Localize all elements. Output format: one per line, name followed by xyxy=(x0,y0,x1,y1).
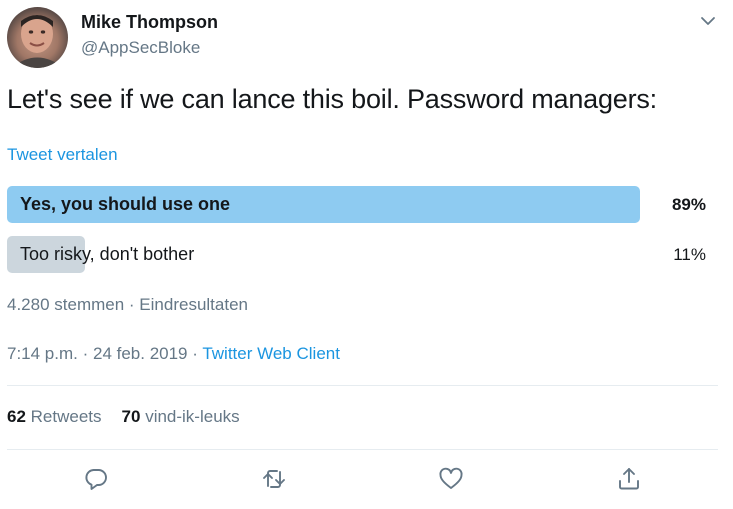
tweet-date[interactable]: 24 feb. 2019 xyxy=(93,344,188,363)
retweets-label: Retweets xyxy=(30,407,102,426)
poll-separator: · xyxy=(124,295,140,314)
timestamp-separator: · xyxy=(187,344,203,363)
translate-tweet-link[interactable]: Tweet vertalen xyxy=(7,145,118,165)
divider xyxy=(7,385,718,386)
share-icon[interactable] xyxy=(615,465,643,493)
likes-stat[interactable]: 70 vind-ik-leuks xyxy=(122,407,240,426)
chevron-down-icon[interactable] xyxy=(697,10,719,32)
author-handle[interactable]: @AppSecBloke xyxy=(81,38,200,58)
timestamp-separator: · xyxy=(77,344,93,363)
poll-status: Eindresultaten xyxy=(139,295,248,314)
retweets-count: 62 xyxy=(7,407,26,426)
tweet-card: Mike Thompson @AppSecBloke Let's see if … xyxy=(0,0,733,509)
avatar-image xyxy=(11,15,64,68)
tweet-stats: 62 Retweets 70 vind-ik-leuks xyxy=(7,407,240,427)
avatar[interactable] xyxy=(7,7,68,68)
likes-count: 70 xyxy=(121,407,141,426)
poll-option-label: Yes, you should use one xyxy=(20,194,231,214)
author-display-name[interactable]: Mike Thompson xyxy=(81,12,218,33)
tweet-timestamp: 7:14 p.m. · 24 feb. 2019 · Twitter Web C… xyxy=(7,344,340,364)
poll-option: Too risky, don't bother 11% xyxy=(7,236,718,273)
poll-summary: 4.280 stemmen · Eindresultaten xyxy=(7,295,248,315)
tweet-text: Let's see if we can lance this boil. Pas… xyxy=(7,84,657,114)
poll-option-percent: 89% xyxy=(671,195,706,214)
tweet-time[interactable]: 7:14 p.m. xyxy=(7,344,78,363)
retweets-stat[interactable]: 62 Retweets xyxy=(7,407,102,426)
likes-label: vind-ik-leuks xyxy=(145,407,240,426)
tweet-source-link[interactable]: Twitter Web Client xyxy=(202,344,340,363)
divider xyxy=(7,449,718,450)
retweet-icon[interactable] xyxy=(260,465,288,493)
like-icon[interactable] xyxy=(437,465,465,493)
reply-icon[interactable] xyxy=(82,465,110,493)
poll-option-percent: 11% xyxy=(673,245,706,264)
poll-option: Yes, you should use one 89% xyxy=(7,186,718,223)
poll-option-label: Too risky, don't bother xyxy=(20,244,195,264)
poll-vote-count: 4.280 stemmen xyxy=(7,295,125,314)
